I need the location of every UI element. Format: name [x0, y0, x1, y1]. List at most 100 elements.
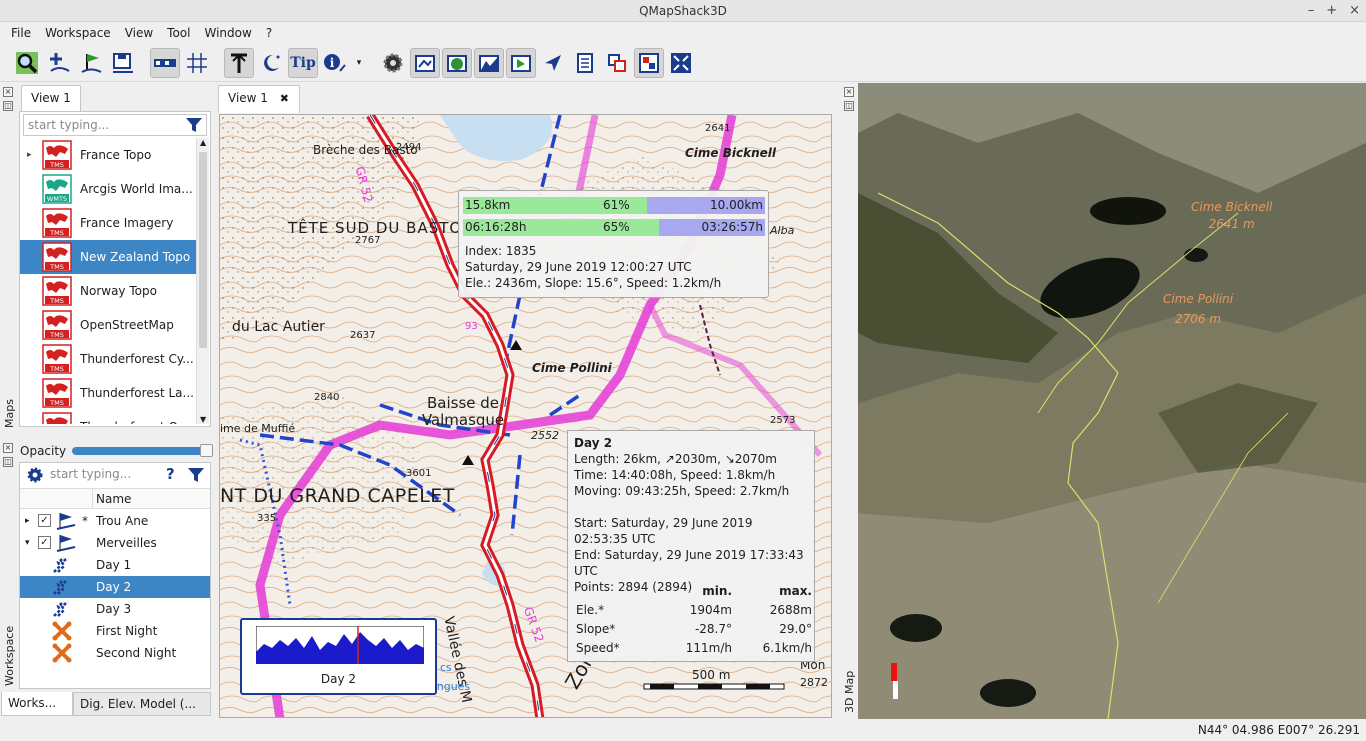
- workspace-gear-icon[interactable]: [26, 466, 44, 484]
- dock3d-close-icon[interactable]: ×: [844, 87, 854, 97]
- map-list-item[interactable]: TMS Thunderforest La...: [20, 376, 196, 410]
- map-name: New Zealand Topo: [80, 250, 191, 264]
- svg-text:TMS: TMS: [49, 229, 64, 237]
- svg-text:TMS: TMS: [49, 161, 64, 169]
- search-map-icon[interactable]: [12, 48, 42, 78]
- view-tab[interactable]: View 1 ✖: [218, 85, 300, 113]
- fullscreen-icon[interactable]: [666, 48, 696, 78]
- opacity-slider[interactable]: [72, 444, 213, 457]
- scroll-down-icon[interactable]: ▼: [200, 415, 206, 424]
- workspace-item[interactable]: ▾ ✓ Merveilles: [20, 532, 210, 554]
- track-summary-info: Day 2 Length: 26km, ↗2030m, ↘2070m Time:…: [567, 430, 815, 662]
- map-3d-view[interactable]: Cime Bicknell 2641 m Cime Pollini 2706 m: [858, 83, 1366, 719]
- close-tab-icon[interactable]: ✖: [280, 92, 289, 105]
- route-icon[interactable]: [76, 48, 106, 78]
- map-list-item[interactable]: ▸ TMS France Topo: [20, 138, 196, 172]
- tab-dem[interactable]: Dig. Elev. Model (...: [73, 692, 211, 716]
- swap-icon[interactable]: [602, 48, 632, 78]
- visibility-checkbox[interactable]: ✓: [38, 514, 51, 527]
- tip-icon[interactable]: Tip: [288, 47, 318, 78]
- svg-text:TMS: TMS: [49, 331, 64, 339]
- distance-remaining: 10.00km: [710, 198, 763, 212]
- workspace-search-input[interactable]: start typing...: [46, 464, 162, 486]
- map-name: OpenStreetMap: [80, 318, 174, 332]
- map-list-item[interactable]: TMS OpenStreetMap: [20, 308, 196, 342]
- label-3601: 3601: [406, 468, 432, 479]
- title-bar: QMapShack3D – + ×: [0, 0, 1366, 22]
- maps-view-tab[interactable]: View 1: [21, 85, 81, 112]
- workspace-filter-icon[interactable]: [187, 467, 205, 483]
- label-cs: cs: [440, 661, 452, 674]
- map-list-item[interactable]: WMTS Arcgis World Ima...: [20, 172, 196, 206]
- close-button[interactable]: ×: [1349, 0, 1360, 22]
- summary-time: Time: 14:40:08h, Speed: 1.8km/h: [574, 468, 776, 482]
- profile-icon[interactable]: [474, 47, 504, 78]
- dem-setup-icon[interactable]: [442, 47, 472, 78]
- column-name-header[interactable]: Name: [96, 492, 131, 506]
- map-list-item[interactable]: TMS Thunderforest O...: [20, 410, 196, 424]
- tree-arrow-icon[interactable]: ▾: [25, 538, 30, 548]
- workspace-item[interactable]: Day 3: [20, 598, 210, 620]
- scale-icon[interactable]: [150, 47, 180, 78]
- maps-search-input[interactable]: start typing...: [23, 114, 207, 136]
- night-icon[interactable]: [256, 48, 286, 78]
- track-icon: [53, 556, 69, 573]
- map-view-icon[interactable]: [506, 47, 536, 78]
- menu-tool[interactable]: Tool: [160, 26, 197, 40]
- map-list-item[interactable]: TMS Norway Topo: [20, 274, 196, 308]
- chevron-down-icon[interactable]: ▾: [352, 48, 366, 78]
- workspace-item[interactable]: Day 1: [20, 554, 210, 576]
- menu-window[interactable]: Window: [197, 26, 258, 40]
- settings-gear-icon[interactable]: [378, 48, 408, 78]
- tree-arrow-icon[interactable]: ▸: [25, 516, 30, 526]
- workspace-item[interactable]: Day 2: [20, 576, 210, 598]
- workspace-item[interactable]: First Night: [20, 620, 210, 642]
- svg-text:i: i: [330, 56, 335, 70]
- minimize-button[interactable]: –: [1308, 0, 1315, 22]
- puzzle-icon[interactable]: [634, 47, 664, 78]
- workspace-item[interactable]: Second Night: [20, 642, 210, 664]
- map-list-item[interactable]: TMS Thunderforest Cy...: [20, 342, 196, 376]
- info-icon[interactable]: i: [320, 48, 350, 78]
- tab-workspace[interactable]: Works...: [1, 692, 73, 716]
- expand-arrow-icon[interactable]: ▸: [27, 150, 32, 160]
- menu-help[interactable]: ?: [259, 26, 279, 40]
- dock-close-icon[interactable]: ×: [3, 87, 13, 97]
- scroll-thumb[interactable]: [199, 152, 207, 348]
- workspace-dock-float-icon[interactable]: ◫: [3, 457, 13, 467]
- scroll-up-icon[interactable]: ▲: [200, 138, 206, 147]
- filter-icon[interactable]: [185, 117, 203, 133]
- opacity-slider-handle[interactable]: [200, 444, 213, 457]
- map-setup-icon[interactable]: [410, 47, 440, 78]
- save-gis-icon[interactable]: [108, 48, 138, 78]
- select-icon[interactable]: [538, 48, 568, 78]
- 3d-label-elev: 2641 m: [1208, 217, 1255, 231]
- dock-float-icon[interactable]: ◫: [3, 101, 13, 111]
- menu-view[interactable]: View: [118, 26, 160, 40]
- dock3d-float-icon[interactable]: ◫: [844, 101, 854, 111]
- menu-file[interactable]: File: [4, 26, 38, 40]
- label-2872: 2872: [800, 676, 828, 689]
- project-gis-icon: [56, 513, 76, 530]
- list-icon[interactable]: [570, 48, 600, 78]
- add-waypoint-icon[interactable]: [44, 48, 74, 78]
- maximize-button[interactable]: +: [1326, 0, 1337, 22]
- map-list-item[interactable]: TMS New Zealand Topo: [20, 240, 196, 274]
- visibility-checkbox[interactable]: ✓: [38, 536, 51, 549]
- svg-text:WMTS: WMTS: [47, 195, 67, 203]
- menu-workspace[interactable]: Workspace: [38, 26, 118, 40]
- elevation-profile-widget[interactable]: Day 2: [240, 618, 437, 695]
- workspace-item-label: Day 1: [96, 558, 132, 572]
- text-tool-icon[interactable]: [224, 47, 254, 78]
- summary-end: End: Saturday, 29 June 2019 17:33:43 UTC: [574, 548, 804, 578]
- help-icon[interactable]: ?: [166, 465, 175, 483]
- 3d-label-name: Cime Pollini: [1163, 292, 1234, 306]
- map-list-item[interactable]: TMS France Imagery: [20, 206, 196, 240]
- workspace-item[interactable]: ▸ ✓ * Trou Ane: [20, 510, 210, 532]
- opacity-row: Opacity: [19, 443, 213, 459]
- maps-panel: start typing... ▸ TMS France Topo WMTS Arcgi…: [19, 111, 211, 427]
- maps-scrollbar[interactable]: ▲ ▼: [196, 138, 209, 424]
- grid-icon[interactable]: [182, 48, 212, 78]
- workspace-item-label: Day 2: [96, 580, 132, 594]
- workspace-dock-close-icon[interactable]: ×: [3, 443, 13, 453]
